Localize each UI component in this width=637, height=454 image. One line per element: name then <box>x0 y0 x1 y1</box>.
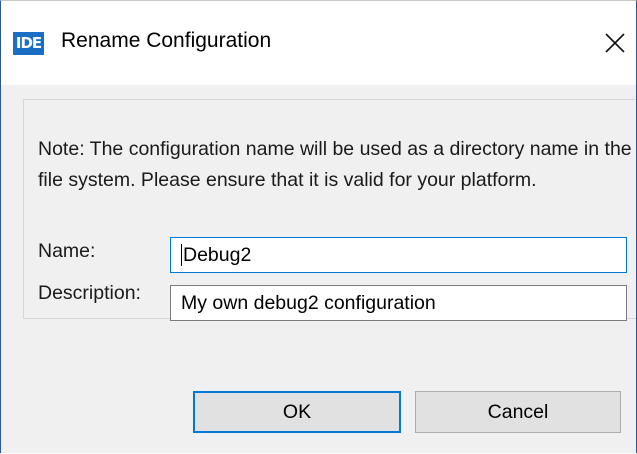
title-bar[interactable]: IDE Rename Configuration <box>1 1 636 85</box>
rename-configuration-dialog: IDE Rename Configuration Note: The confi… <box>0 0 637 453</box>
dialog-body: Note: The configuration name will be use… <box>1 85 636 453</box>
ide-app-icon: IDE <box>13 32 44 55</box>
description-input[interactable]: My own debug2 configuration <box>170 285 627 321</box>
name-label: Name: <box>38 240 96 262</box>
close-icon <box>605 33 625 53</box>
configuration-group: Note: The configuration name will be use… <box>23 99 636 321</box>
ok-button[interactable]: OK <box>193 391 401 433</box>
name-input-value: Debug2 <box>183 244 252 266</box>
note-text: Note: The configuration name will be use… <box>38 138 632 191</box>
text-caret <box>181 243 182 266</box>
close-button[interactable] <box>597 25 633 61</box>
cancel-button[interactable]: Cancel <box>415 391 621 433</box>
description-label: Description: <box>38 282 141 304</box>
name-input[interactable]: Debug2 <box>170 237 627 273</box>
description-input-value: My own debug2 configuration <box>181 292 436 314</box>
dialog-title: Rename Configuration <box>61 29 272 52</box>
